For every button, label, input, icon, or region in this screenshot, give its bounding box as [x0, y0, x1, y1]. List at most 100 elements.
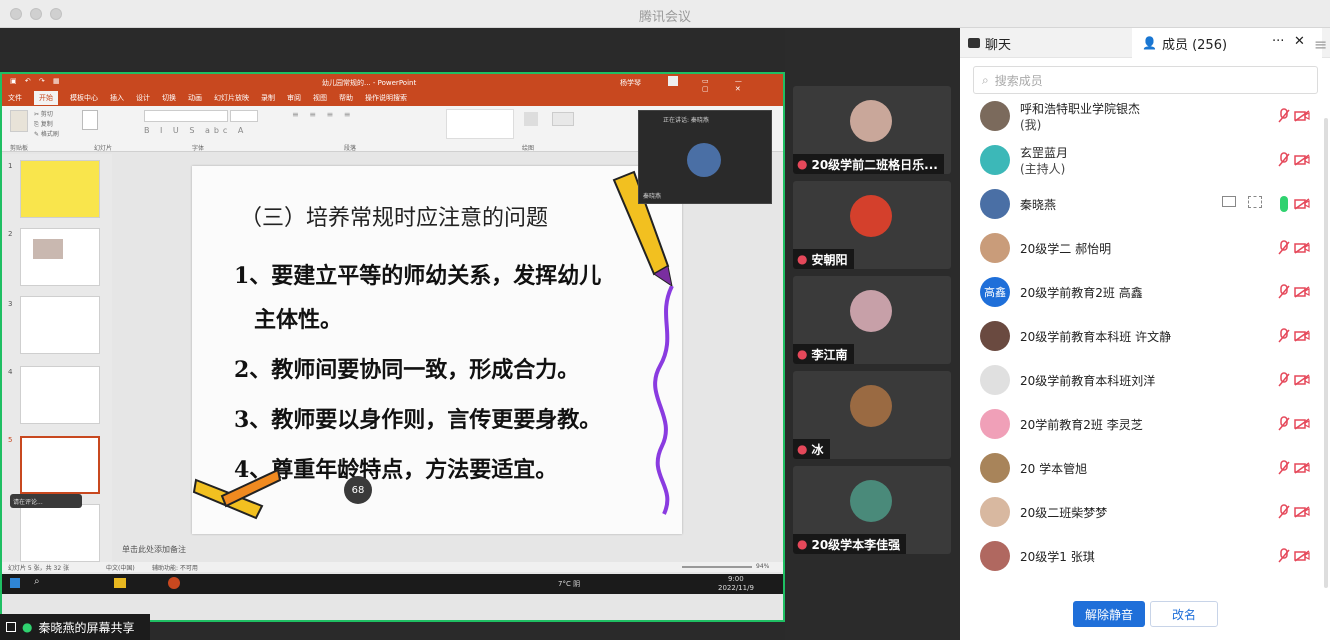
member-row[interactable]: 呼和浩特职业学院银杰 (我): [960, 94, 1330, 138]
paste-icon[interactable]: [10, 110, 28, 132]
member-avatar: [980, 189, 1010, 219]
camera-off-icon[interactable]: [1294, 198, 1310, 210]
mic-muted-icon[interactable]: [1278, 548, 1290, 564]
window-controls[interactable]: ▭ — ▢ ✕: [702, 77, 783, 93]
zoom-slider[interactable]: [682, 566, 752, 568]
tab-members-label: 成员 (256): [1161, 37, 1228, 53]
ppt-tab[interactable]: 视图: [313, 93, 327, 103]
ppt-tab[interactable]: 审阅: [287, 93, 301, 103]
member-row[interactable]: 20级学1 张琪: [960, 534, 1330, 578]
clipboard-actions[interactable]: ✂ 剪切 ⎘ 复制 ✎ 格式刷: [34, 110, 59, 140]
rename-button[interactable]: 改名: [1150, 601, 1218, 627]
windows-start-icon[interactable]: [10, 578, 20, 588]
member-search[interactable]: ⌕ 搜索成员: [973, 66, 1318, 94]
slide-thumb-2[interactable]: [20, 228, 100, 286]
paragraph-icons[interactable]: ≡ ≡ ≡ ≡: [292, 110, 354, 119]
video-tile[interactable]: ● 安朝阳: [793, 181, 951, 269]
member-avatar: [980, 497, 1010, 527]
ppt-tab[interactable]: 设计: [136, 93, 150, 103]
slide-line-2: 主体性。: [254, 307, 343, 333]
member-row[interactable]: 20级学前教育本科班刘洋: [960, 358, 1330, 402]
unmute-all-button[interactable]: 解除静音: [1073, 601, 1145, 627]
video-tile[interactable]: ● 冰: [793, 371, 951, 459]
video-tile[interactable]: ● 李江南: [793, 276, 951, 364]
camera-off-icon[interactable]: [1294, 286, 1310, 298]
camera-off-icon[interactable]: [1294, 374, 1310, 386]
shapes-gallery[interactable]: [446, 109, 514, 139]
video-tile[interactable]: ● 20级学本李佳强: [793, 466, 951, 554]
camera-off-icon[interactable]: [1294, 154, 1310, 166]
member-row[interactable]: 秦晓燕: [960, 182, 1330, 226]
video-tile[interactable]: ● 20级学前二班格日乐...: [793, 86, 951, 174]
font-family-box[interactable]: [144, 110, 228, 122]
member-row[interactable]: 20级学二 郝怡明: [960, 226, 1330, 270]
close-icon[interactable]: ✕: [1294, 34, 1305, 49]
mic-muted-icon[interactable]: [1278, 284, 1290, 300]
more-icon[interactable]: ···: [1272, 34, 1284, 49]
member-list-scrollbar[interactable]: [1324, 118, 1328, 588]
slide-thumb-1[interactable]: [20, 160, 100, 218]
member-row[interactable]: 高鑫 20级学前教育2班 高鑫: [960, 270, 1330, 314]
accessibility[interactable]: 辅助功能: 不可用: [152, 563, 198, 572]
ppt-tab[interactable]: 录制: [261, 93, 275, 103]
comment-tooltip[interactable]: 请在评论...: [10, 494, 82, 508]
new-slide-icon[interactable]: [82, 110, 98, 130]
notes-placeholder[interactable]: 单击此处添加备注: [122, 544, 186, 555]
ppt-tab[interactable]: 动画: [188, 93, 202, 103]
camera-off-icon[interactable]: [1294, 418, 1310, 430]
search-placeholder: 搜索成员: [994, 73, 1043, 88]
slide-thumb-3[interactable]: [20, 296, 100, 354]
mic-muted-icon[interactable]: [1278, 328, 1290, 344]
arrange-icon[interactable]: [524, 112, 538, 126]
mic-muted-icon: ●: [797, 347, 808, 361]
ppt-tab[interactable]: 帮助: [339, 93, 353, 103]
member-name: 玄罡蓝月: [1020, 146, 1069, 160]
member-name: 20 学本管旭: [1020, 462, 1088, 476]
mic-muted-icon[interactable]: [1278, 372, 1290, 388]
mic-muted-icon[interactable]: [1278, 108, 1290, 124]
zoom-level[interactable]: 94%: [756, 563, 769, 570]
member-row[interactable]: 20 学本管旭: [960, 446, 1330, 490]
menu-icon[interactable]: ≡: [1314, 35, 1327, 54]
ppt-tab[interactable]: 文件: [8, 93, 22, 103]
ppt-tab[interactable]: 操作说明搜索: [365, 93, 407, 103]
mic-muted-icon[interactable]: [1278, 504, 1290, 520]
ppt-tab[interactable]: 切换: [162, 93, 176, 103]
mic-active-icon[interactable]: [1280, 196, 1288, 212]
quick-styles-icon[interactable]: [552, 112, 574, 126]
camera-off-icon[interactable]: [1294, 330, 1310, 342]
folder-icon[interactable]: [114, 578, 126, 588]
screen-share-indicator[interactable]: ● 秦晓燕的屏幕共享: [0, 614, 150, 640]
member-row[interactable]: 20学前教育2班 李灵芝: [960, 402, 1330, 446]
camera-off-icon[interactable]: [1294, 110, 1310, 122]
mic-muted-icon[interactable]: [1278, 240, 1290, 256]
search-icon[interactable]: ⌕: [34, 576, 40, 587]
mic-muted-icon[interactable]: [1278, 416, 1290, 432]
tab-members[interactable]: 👤 成员 (256) ··· ✕: [1132, 28, 1322, 58]
camera-off-icon[interactable]: [1294, 462, 1310, 474]
slide-thumb-4[interactable]: [20, 366, 100, 424]
ppt-tab[interactable]: 幻灯片放映: [214, 93, 249, 103]
share-screen-icon: [6, 622, 16, 632]
camera-off-icon[interactable]: [1294, 550, 1310, 562]
member-row[interactable]: 20级学前教育本科班 许文静: [960, 314, 1330, 358]
mic-muted-icon: ●: [797, 442, 808, 456]
camera-off-icon[interactable]: [1294, 506, 1310, 518]
user-avatar: [668, 76, 678, 86]
slide-thumb-5[interactable]: [20, 436, 100, 494]
member-row[interactable]: 20级二班柴梦梦: [960, 490, 1330, 534]
slide-thumb-6[interactable]: [20, 504, 100, 562]
ppt-tab[interactable]: 插入: [110, 93, 124, 103]
participant-name: 李江南: [811, 347, 848, 362]
ppt-tab[interactable]: 模板中心: [70, 93, 98, 103]
font-size-box[interactable]: [230, 110, 258, 122]
camera-off-icon[interactable]: [1294, 242, 1310, 254]
powerpoint-icon[interactable]: [168, 577, 180, 589]
mic-muted-icon[interactable]: [1278, 460, 1290, 476]
tab-chat[interactable]: 聊天: [968, 28, 1011, 58]
member-row[interactable]: 玄罡蓝月 (主持人): [960, 138, 1330, 182]
font-format-icons[interactable]: B I U S abc A: [144, 126, 247, 135]
participant-avatar: [850, 290, 892, 332]
ppt-tab[interactable]: 开始: [34, 91, 58, 105]
mic-muted-icon[interactable]: [1278, 152, 1290, 168]
